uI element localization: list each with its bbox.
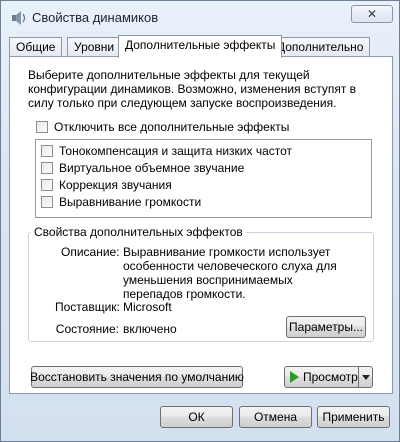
settings-button[interactable]: Параметры...	[286, 316, 366, 338]
cancel-button[interactable]: Отмена	[239, 406, 312, 428]
properties-legend: Свойства дополнительных эффектов	[31, 225, 246, 239]
effect-checkbox[interactable]	[41, 145, 53, 157]
disable-all-row[interactable]: Отключить все дополнительные эффекты	[36, 120, 289, 134]
preview-dropdown-arrow[interactable]	[358, 367, 372, 387]
window-title: Свойства динамиков	[32, 10, 159, 25]
description-value: Выравнивание громкости использует особен…	[123, 245, 337, 301]
effect-checkbox[interactable]	[41, 179, 53, 191]
preview-button[interactable]: Просмотр	[284, 366, 373, 388]
tab-strip: Общие Уровни Дополнительные эффекты Допо…	[9, 35, 393, 58]
ok-button[interactable]: ОК	[160, 406, 233, 428]
panel-description: Выберите дополнительные эффекты для теку…	[28, 68, 357, 110]
state-label: Состояние:	[55, 322, 119, 336]
preview-label: Просмотр	[303, 370, 358, 384]
description-label: Описание:	[61, 245, 120, 259]
tab-advanced[interactable]: Дополнительно	[270, 37, 371, 57]
effect-checkbox[interactable]	[41, 162, 53, 174]
play-icon	[290, 371, 299, 383]
title-bar: Свойства динамиков ✕	[1, 1, 399, 33]
list-item[interactable]: Виртуальное объемное звучание	[41, 161, 244, 175]
effect-label: Выравнивание громкости	[59, 195, 202, 209]
speaker-properties-window: Свойства динамиков ✕ Общие Уровни Дополн…	[0, 0, 400, 442]
state-value: включено	[123, 322, 177, 336]
list-item[interactable]: Тонокомпенсация и защита низких частот	[41, 144, 292, 158]
tab-levels[interactable]: Уровни	[67, 37, 122, 57]
close-button[interactable]: ✕	[351, 5, 393, 23]
close-icon: ✕	[366, 7, 378, 21]
effect-checkbox[interactable]	[41, 196, 53, 208]
tab-enhancements[interactable]: Дополнительные эффекты	[118, 35, 283, 58]
speaker-icon	[12, 11, 26, 25]
apply-button[interactable]: Применить	[317, 406, 390, 428]
restore-defaults-button[interactable]: Восстановить значения по умолчанию	[30, 366, 244, 388]
effect-label: Тонокомпенсация и защита низких частот	[59, 144, 293, 158]
effects-list: Тонокомпенсация и защита низких частот В…	[35, 139, 372, 218]
provider-value: Microsoft	[123, 300, 172, 314]
list-item[interactable]: Коррекция звучания	[41, 178, 172, 192]
effect-label: Виртуальное объемное звучание	[59, 161, 245, 175]
provider-label: Поставщик:	[55, 300, 120, 314]
disable-all-label: Отключить все дополнительные эффекты	[54, 120, 290, 134]
disable-all-checkbox[interactable]	[36, 121, 48, 133]
list-item[interactable]: Выравнивание громкости	[41, 195, 201, 209]
effect-label: Коррекция звучания	[59, 178, 172, 192]
tab-general[interactable]: Общие	[9, 37, 63, 57]
chevron-down-icon	[361, 374, 370, 380]
